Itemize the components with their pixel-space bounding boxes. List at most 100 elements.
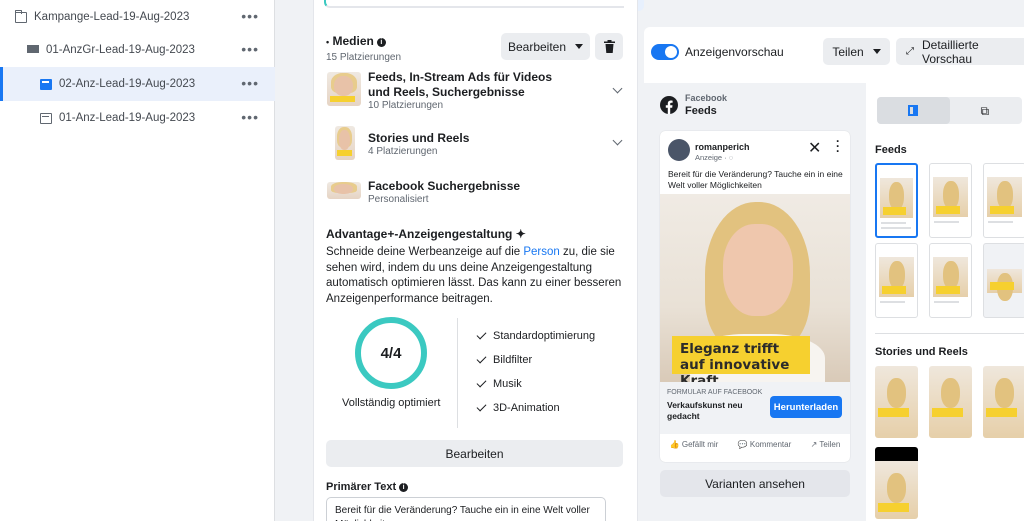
advantage-description: Schneide deine Werbeanzeige auf die Pers… bbox=[326, 245, 626, 307]
share-button[interactable]: Teilen bbox=[823, 38, 890, 65]
share-label: Teilen bbox=[832, 44, 864, 59]
optimization-score-label: Vollständig optimiert bbox=[342, 397, 441, 409]
person-link[interactable]: Person bbox=[523, 246, 559, 258]
more-vertical-icon[interactable]: · · · bbox=[836, 135, 840, 157]
scroll-top-edge bbox=[324, 0, 624, 8]
tree-item-adset[interactable]: 01-AnzGr-Lead-19-Aug-2023 ••• bbox=[0, 33, 275, 67]
story-placement-thumb[interactable] bbox=[929, 366, 972, 438]
detailed-preview-button[interactable]: ⤢ Detaillierte Vorschau bbox=[896, 38, 1024, 66]
download-button[interactable]: Herunterladen bbox=[770, 396, 842, 418]
tree-item-label: Kampange-Lead-19-Aug-2023 bbox=[34, 11, 190, 23]
divider bbox=[457, 318, 458, 428]
globe-icon: ◌ bbox=[728, 153, 734, 162]
tree-item-label: 01-AnzGr-Lead-19-Aug-2023 bbox=[46, 44, 195, 56]
campaign-tree: Kampange-Lead-19-Aug-2023 ••• 01-AnzGr-L… bbox=[0, 0, 275, 521]
feed-placement-thumb[interactable] bbox=[875, 243, 918, 318]
info-icon: i bbox=[376, 38, 386, 47]
placement-thumbnail bbox=[327, 182, 361, 199]
tab-feed-layout[interactable] bbox=[877, 97, 950, 124]
post-text: Bereit für die Veränderung? Tauche ein i… bbox=[668, 169, 843, 190]
story-placement-thumb[interactable] bbox=[875, 366, 918, 438]
primary-text-label-text: Primärer Text bbox=[326, 481, 397, 493]
feed-placement-thumb[interactable] bbox=[875, 163, 918, 238]
post-sponsored: Anzeige · ◌ bbox=[695, 153, 733, 162]
cta-area: FORMULAR AUF FACEBOOK Verkaufskunst neu … bbox=[660, 382, 850, 434]
delete-button[interactable] bbox=[595, 33, 623, 60]
ad-icon bbox=[40, 78, 52, 90]
post-actions: 👍 Gefällt mir 💬 Kommentar ↗ Teilen bbox=[660, 440, 850, 449]
more-options-icon[interactable]: ••• bbox=[241, 75, 259, 91]
feed-placement-thumb[interactable] bbox=[983, 243, 1024, 318]
share-action[interactable]: ↗ Teilen bbox=[811, 440, 841, 449]
story-placement-thumb[interactable] bbox=[983, 366, 1024, 438]
preview-platform: Facebook bbox=[685, 93, 728, 103]
stories-section-label: Stories und Reels bbox=[875, 346, 968, 358]
story-placement-thumb[interactable] bbox=[875, 447, 918, 519]
tree-item-label: 02-Anz-Lead-19-Aug-2023 bbox=[59, 78, 196, 90]
advantage-title: Advantage+-Anzeigengestaltung ✦ bbox=[326, 227, 526, 241]
check-icon bbox=[476, 329, 487, 340]
avatar bbox=[668, 139, 690, 161]
like-label: Gefällt mir bbox=[681, 440, 719, 449]
sparkle-icon: ✦ bbox=[515, 227, 526, 241]
more-options-icon[interactable]: ••• bbox=[241, 109, 259, 125]
placement-tabs: ⧉ bbox=[877, 97, 1022, 124]
optimization-score: 4/4 bbox=[380, 344, 402, 362]
feature-item: Standardoptimierung bbox=[493, 330, 596, 342]
info-icon: i bbox=[399, 483, 409, 492]
feature-item: Bildfilter bbox=[493, 354, 533, 366]
like-action[interactable]: 👍 Gefällt mir bbox=[670, 440, 719, 449]
media-edit-button[interactable]: Bearbeiten bbox=[501, 33, 590, 60]
review-tab[interactable] bbox=[660, 0, 760, 11]
feed-placement-thumb[interactable] bbox=[983, 163, 1024, 238]
share-action-label: Teilen bbox=[819, 440, 841, 449]
facebook-ad-preview: romanperich Anzeige · ◌ ✕ · · · Bereit für… bbox=[660, 131, 850, 462]
comment-label: Kommentar bbox=[749, 440, 792, 449]
preview-toggle[interactable] bbox=[651, 44, 679, 60]
adset-grid-icon bbox=[27, 44, 39, 56]
ad-icon bbox=[40, 112, 52, 124]
ad-image-banner: Eleganz trifft auf innovative Kraft bbox=[672, 336, 810, 382]
expand-icon: ⤢ bbox=[906, 46, 914, 57]
sponsored-label: Anzeige · bbox=[695, 153, 727, 162]
tree-item-ad-selected[interactable]: 02-Anz-Lead-19-Aug-2023 ••• bbox=[0, 67, 275, 101]
feature-item: 3D-Animation bbox=[493, 402, 560, 414]
check-icon bbox=[476, 401, 487, 412]
advantage-desc-text: Schneide deine Werbeanzeige auf die bbox=[326, 246, 524, 258]
caret-down-icon bbox=[872, 49, 881, 54]
chevron-down-icon[interactable] bbox=[612, 83, 623, 94]
ad-image: Eleganz trifft auf innovative Kraft bbox=[660, 194, 850, 382]
placement-group-count: 10 Platzierungen bbox=[368, 100, 444, 111]
placement-group-title: Stories und Reels bbox=[368, 131, 470, 145]
media-title-text: Medien bbox=[332, 34, 374, 48]
check-icon bbox=[476, 377, 487, 388]
media-title: • Medien i bbox=[326, 34, 386, 48]
more-options-icon[interactable]: ••• bbox=[241, 8, 259, 24]
media-edit-label: Bearbeiten bbox=[507, 39, 567, 54]
trash-icon bbox=[603, 40, 615, 53]
placement-group-title: Facebook Suchergebnisse bbox=[368, 179, 521, 193]
ad-settings-panel: • Medien i 15 Platzierungen Bearbeiten Fe… bbox=[313, 0, 638, 521]
media-count: 15 Platzierungen bbox=[326, 52, 402, 63]
placement-thumbnail bbox=[335, 126, 355, 160]
caret-down-icon bbox=[575, 44, 584, 49]
placement-group-title: Feeds, In-Stream Ads für Videos und Reel… bbox=[368, 70, 553, 99]
layout-icon bbox=[908, 105, 918, 116]
tree-item-label: 01-Anz-Lead-19-Aug-2023 bbox=[59, 112, 196, 124]
primary-text-input[interactable]: Bereit für die Veränderung? Tauche ein i… bbox=[326, 497, 606, 521]
close-icon[interactable]: ✕ bbox=[808, 138, 821, 158]
feed-placement-thumb[interactable] bbox=[929, 163, 972, 238]
tree-item-campaign[interactable]: Kampange-Lead-19-Aug-2023 ••• bbox=[0, 0, 275, 34]
advantage-edit-button[interactable]: Bearbeiten bbox=[326, 440, 623, 467]
ad-headline: Verkaufskunst neu gedacht bbox=[667, 400, 743, 421]
chevron-down-icon[interactable] bbox=[612, 135, 623, 146]
more-options-icon[interactable]: ••• bbox=[241, 41, 259, 57]
advantage-title-text: Advantage+-Anzeigengestaltung bbox=[326, 227, 513, 241]
tree-item-ad[interactable]: 01-Anz-Lead-19-Aug-2023 ••• bbox=[0, 101, 275, 135]
view-variants-button[interactable]: Varianten ansehen bbox=[660, 470, 850, 497]
placement-group-count: Personalisiert bbox=[368, 194, 429, 205]
feed-placement-thumb[interactable] bbox=[929, 243, 972, 318]
comment-action[interactable]: 💬 Kommentar bbox=[738, 440, 792, 449]
feeds-section-label: Feeds bbox=[875, 144, 907, 156]
tab-stories-layout[interactable]: ⧉ bbox=[950, 97, 1023, 124]
